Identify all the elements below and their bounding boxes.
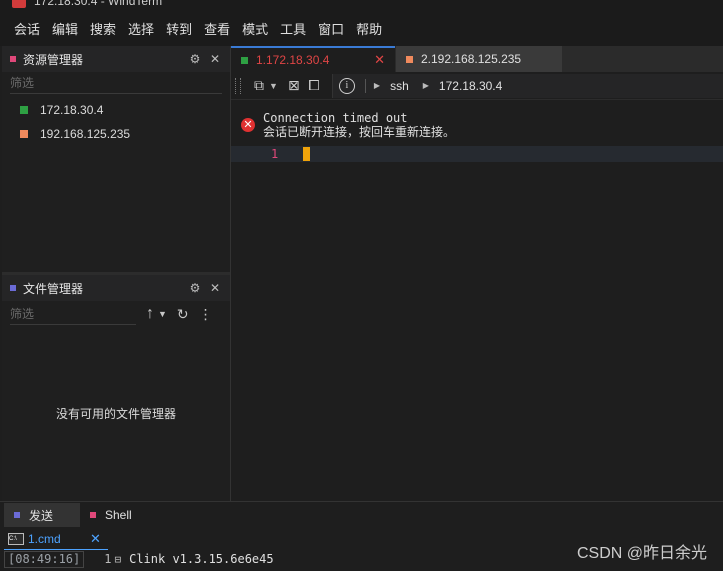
menu-tools[interactable]: 工具 bbox=[274, 19, 312, 41]
explorer-header: 资源管理器 ⚙ ✕ bbox=[2, 46, 230, 72]
file-manager-title: 文件管理器 bbox=[23, 281, 84, 296]
tab-color-icon bbox=[406, 55, 413, 63]
duplicate-session-icon[interactable]: ⧠ bbox=[304, 77, 324, 94]
file-manager-toolbar: ↑ ▼ ↻ ⋮ bbox=[2, 301, 230, 327]
terminal-view[interactable]: ✕ Connection timed out 会话已断开连接，按回车重新连接。 … bbox=[231, 100, 723, 473]
error-detail: 会话已断开连接，按回车重新连接。 bbox=[263, 125, 456, 139]
address-host[interactable]: 172.18.30.4 bbox=[439, 79, 502, 93]
tab-bar: 1.172.18.30.4 ✕ 2.192.168.125.235 bbox=[231, 46, 723, 72]
gear-icon: ⚙ bbox=[189, 281, 201, 295]
tab-session-2[interactable]: 2.192.168.125.235 bbox=[396, 46, 562, 72]
address-bar[interactable]: i ▶ ssh ▶ 172.18.30.4 bbox=[331, 73, 723, 98]
line-number: 1 bbox=[271, 147, 279, 161]
window-title: 172.18.30.4 - WindTerm bbox=[34, 0, 163, 8]
chevron-down-icon[interactable]: ▼ bbox=[158, 309, 167, 319]
log-timestamp: [08:49:16] bbox=[4, 550, 85, 568]
menu-search[interactable]: 搜索 bbox=[84, 19, 122, 41]
file-manager-close-button[interactable]: ✕ bbox=[206, 279, 224, 297]
session-color-icon bbox=[20, 130, 28, 138]
menu-help[interactable]: 帮助 bbox=[350, 19, 388, 41]
toolbar-grip[interactable] bbox=[235, 77, 241, 94]
menu-mode[interactable]: 模式 bbox=[236, 19, 274, 41]
close-icon: ✕ bbox=[209, 281, 221, 295]
info-icon[interactable]: i bbox=[338, 77, 355, 94]
session-label: 192.168.125.235 bbox=[40, 127, 131, 141]
file-manager-settings-button[interactable]: ⚙ bbox=[186, 279, 204, 297]
menu-session[interactable]: 会话 bbox=[8, 19, 46, 41]
log-text: Clink v1.3.15.6e6e45 bbox=[129, 552, 274, 566]
terminal-current-line: 1 bbox=[231, 146, 723, 162]
explorer-settings-button[interactable]: ⚙ bbox=[186, 50, 204, 68]
menu-window[interactable]: 窗口 bbox=[312, 19, 350, 41]
tab-label: 发送 bbox=[29, 508, 54, 523]
left-sidebar: 资源管理器 ⚙ ✕ 172.18.30.4 192.168.125.235 文件… bbox=[2, 46, 230, 501]
file-manager-header: 文件管理器 ⚙ ✕ bbox=[2, 275, 230, 301]
menu-bar: 会话 编辑 搜索 选择 转到 查看 模式 工具 窗口 帮助 bbox=[0, 14, 723, 46]
log-line-number: 1 bbox=[104, 552, 112, 566]
title-bar: 172.18.30.4 - WindTerm bbox=[0, 0, 723, 14]
session-label: 172.18.30.4 bbox=[40, 103, 104, 117]
error-icon: ✕ bbox=[241, 118, 255, 132]
menu-edit[interactable]: 编辑 bbox=[46, 19, 84, 41]
close-icon[interactable]: ✕ bbox=[90, 531, 101, 547]
tab-color-icon bbox=[241, 56, 248, 64]
subtab-cmd[interactable]: 1.cmd bbox=[28, 532, 61, 546]
error-title: Connection timed out bbox=[263, 111, 408, 125]
main-area: 1.172.18.30.4 ✕ 2.192.168.125.235 ⧉ ▼ ⊠ … bbox=[231, 46, 723, 501]
file-manager-filter-input[interactable] bbox=[10, 303, 136, 325]
session-toolbar: ⧉ ▼ ⊠ ⧠ i ▶ ssh ▶ 172.18.30.4 bbox=[231, 72, 723, 100]
watermark: CSDN @昨日余光 bbox=[576, 545, 707, 562]
file-manager-empty-text: 没有可用的文件管理器 bbox=[55, 407, 176, 421]
fold-icon[interactable]: ⊟ bbox=[114, 553, 121, 566]
more-vertical-icon[interactable]: ⋮ bbox=[199, 306, 213, 323]
subtab-underline bbox=[4, 549, 108, 550]
tab-color-icon bbox=[14, 512, 20, 518]
session-item-172-18-30-4[interactable]: 172.18.30.4 bbox=[2, 98, 230, 122]
file-manager-dot-icon bbox=[10, 285, 16, 291]
address-protocol[interactable]: ssh bbox=[390, 79, 409, 93]
cmd-icon: C:\ bbox=[8, 533, 24, 545]
menu-view[interactable]: 查看 bbox=[198, 19, 236, 41]
new-session-icon[interactable]: ⧉ bbox=[249, 77, 269, 94]
tab-label: 1.172.18.30.4 bbox=[256, 53, 330, 67]
tab-label: Shell bbox=[105, 508, 132, 522]
bottom-tab-bar: 发送 Shell bbox=[0, 502, 723, 528]
explorer-dot-icon bbox=[10, 56, 16, 62]
refresh-icon[interactable]: ↻ bbox=[177, 306, 189, 323]
close-icon[interactable]: ✕ bbox=[374, 52, 385, 68]
chevron-down-icon[interactable]: ▼ bbox=[269, 81, 278, 91]
tab-color-icon bbox=[90, 512, 96, 518]
close-session-icon[interactable]: ⊠ bbox=[284, 77, 304, 94]
tab-send[interactable]: 发送 bbox=[4, 503, 80, 527]
address-separator bbox=[364, 78, 366, 93]
menu-select[interactable]: 选择 bbox=[122, 19, 160, 41]
explorer-close-button[interactable]: ✕ bbox=[206, 50, 224, 68]
chevron-right-icon: ▶ bbox=[422, 81, 429, 90]
gear-icon: ⚙ bbox=[189, 52, 201, 66]
terminal-cursor bbox=[303, 147, 310, 161]
session-item-192-168-125-235[interactable]: 192.168.125.235 bbox=[2, 122, 230, 146]
menu-goto[interactable]: 转到 bbox=[160, 19, 198, 41]
up-arrow-icon[interactable]: ↑ bbox=[146, 305, 154, 323]
chevron-right-icon: ▶ bbox=[373, 81, 381, 90]
file-manager-panel: 文件管理器 ⚙ ✕ ↑ ▼ ↻ ⋮ 没有可用的文件管理器 bbox=[2, 275, 230, 501]
session-color-icon bbox=[20, 106, 28, 114]
tab-label: 2.192.168.125.235 bbox=[421, 52, 522, 66]
explorer-filter-input[interactable] bbox=[10, 72, 222, 94]
tab-shell[interactable]: Shell bbox=[80, 503, 142, 527]
explorer-filter-row bbox=[2, 72, 230, 94]
close-icon: ✕ bbox=[209, 52, 221, 66]
session-list: 172.18.30.4 192.168.125.235 bbox=[2, 94, 230, 146]
app-logo-icon bbox=[12, 0, 26, 8]
tab-session-1[interactable]: 1.172.18.30.4 ✕ bbox=[231, 46, 395, 72]
explorer-title: 资源管理器 bbox=[23, 52, 84, 67]
connection-error: ✕ Connection timed out 会话已断开连接，按回车重新连接。 bbox=[241, 111, 455, 139]
